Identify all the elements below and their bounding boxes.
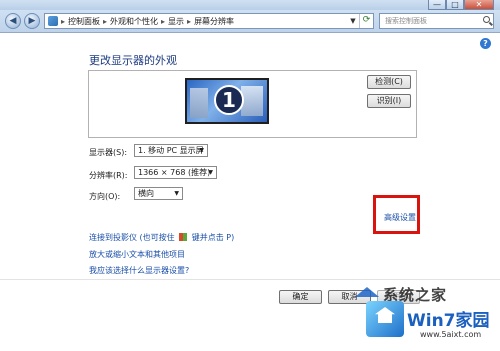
search-icon[interactable] <box>483 16 490 23</box>
breadcrumb-separator: ▸ <box>61 16 66 26</box>
display-select[interactable]: 1. 移动 PC 显示屏 ▼ <box>134 144 208 157</box>
page-title: 更改显示器的外观 <box>89 54 177 67</box>
watermark-url: www.5aixt.com <box>420 330 482 339</box>
monitor-window-right <box>241 86 263 116</box>
display-settings-help-link[interactable]: 我应该选择什么显示器设置? <box>89 265 189 276</box>
display-select-value: 1. 移动 PC 显示屏 <box>138 146 204 155</box>
breadcrumb-appearance[interactable]: 外观和个性化 <box>110 16 158 27</box>
forward-button[interactable]: ▶ <box>24 13 40 29</box>
orientation-select-value: 横向 <box>138 189 154 198</box>
text-size-link[interactable]: 放大或缩小文本和其他项目 <box>89 249 185 260</box>
control-panel-icon <box>48 16 58 26</box>
divider <box>0 279 500 280</box>
monitor-window-left <box>190 88 208 118</box>
address-dropdown-icon[interactable]: ▼ <box>347 14 359 28</box>
breadcrumb-separator: ▸ <box>161 16 166 26</box>
projector-link-prefix: 连接到投影仪 (也可按住 <box>89 233 175 242</box>
watermark-house-icon <box>366 301 404 337</box>
monitor-1-icon[interactable]: 1 <box>185 78 269 124</box>
windows-key-icon <box>179 233 188 241</box>
search-placeholder: 搜索控制面板 <box>385 17 427 25</box>
identify-button[interactable]: 识别(I) <box>367 94 411 108</box>
minimize-button[interactable]: — <box>428 0 446 10</box>
address-bar[interactable]: ▸ 控制面板 ▸ 外观和个性化 ▸ 显示 ▸ 屏幕分辨率 ▼ ⟳ <box>44 13 374 29</box>
chevron-down-icon: ▼ <box>174 190 179 197</box>
breadcrumb-separator: ▸ <box>187 16 192 26</box>
ok-button[interactable]: 确定 <box>279 290 322 304</box>
maximize-button[interactable]: □ <box>446 0 464 10</box>
resolution-select-value: 1366 × 768 (推荐) <box>138 168 211 177</box>
breadcrumb-control-panel[interactable]: 控制面板 <box>68 16 100 27</box>
resolution-select[interactable]: 1366 × 768 (推荐) ▼ <box>134 166 217 179</box>
refresh-icon[interactable]: ⟳ <box>359 14 373 28</box>
detect-button[interactable]: 检测(C) <box>367 75 411 89</box>
display-label: 显示器(S): <box>89 148 128 157</box>
projector-link[interactable]: 连接到投影仪 (也可按住 键并点击 P) <box>89 232 234 243</box>
monitor-number: 1 <box>214 85 244 115</box>
navigation-bar: ◀ ▶ ▸ 控制面板 ▸ 外观和个性化 ▸ 显示 ▸ 屏幕分辨率 ▼ ⟳ 搜索控… <box>0 10 500 33</box>
projector-link-suffix: 键并点击 P) <box>191 233 235 242</box>
title-bar: — □ ✕ <box>0 0 500 10</box>
resolution-label: 分辨率(R): <box>89 171 128 180</box>
breadcrumb-separator: ▸ <box>103 16 108 26</box>
chevron-down-icon: ▼ <box>199 147 204 154</box>
back-button[interactable]: ◀ <box>5 13 21 29</box>
search-input[interactable]: 搜索控制面板 <box>379 13 494 29</box>
orientation-label: 方向(O): <box>89 192 121 201</box>
orientation-select[interactable]: 横向 ▼ <box>134 187 183 200</box>
chevron-down-icon: ▼ <box>208 169 213 176</box>
watermark-arrow-icon <box>355 287 379 297</box>
breadcrumb-screen-resolution[interactable]: 屏幕分辨率 <box>194 16 234 27</box>
close-button[interactable]: ✕ <box>464 0 494 10</box>
window-controls: — □ ✕ <box>428 0 494 10</box>
highlight-box <box>373 195 420 234</box>
help-icon[interactable]: ? <box>480 38 491 49</box>
breadcrumb-display[interactable]: 显示 <box>168 16 184 27</box>
watermark-brand: Win7家园 <box>407 311 490 331</box>
